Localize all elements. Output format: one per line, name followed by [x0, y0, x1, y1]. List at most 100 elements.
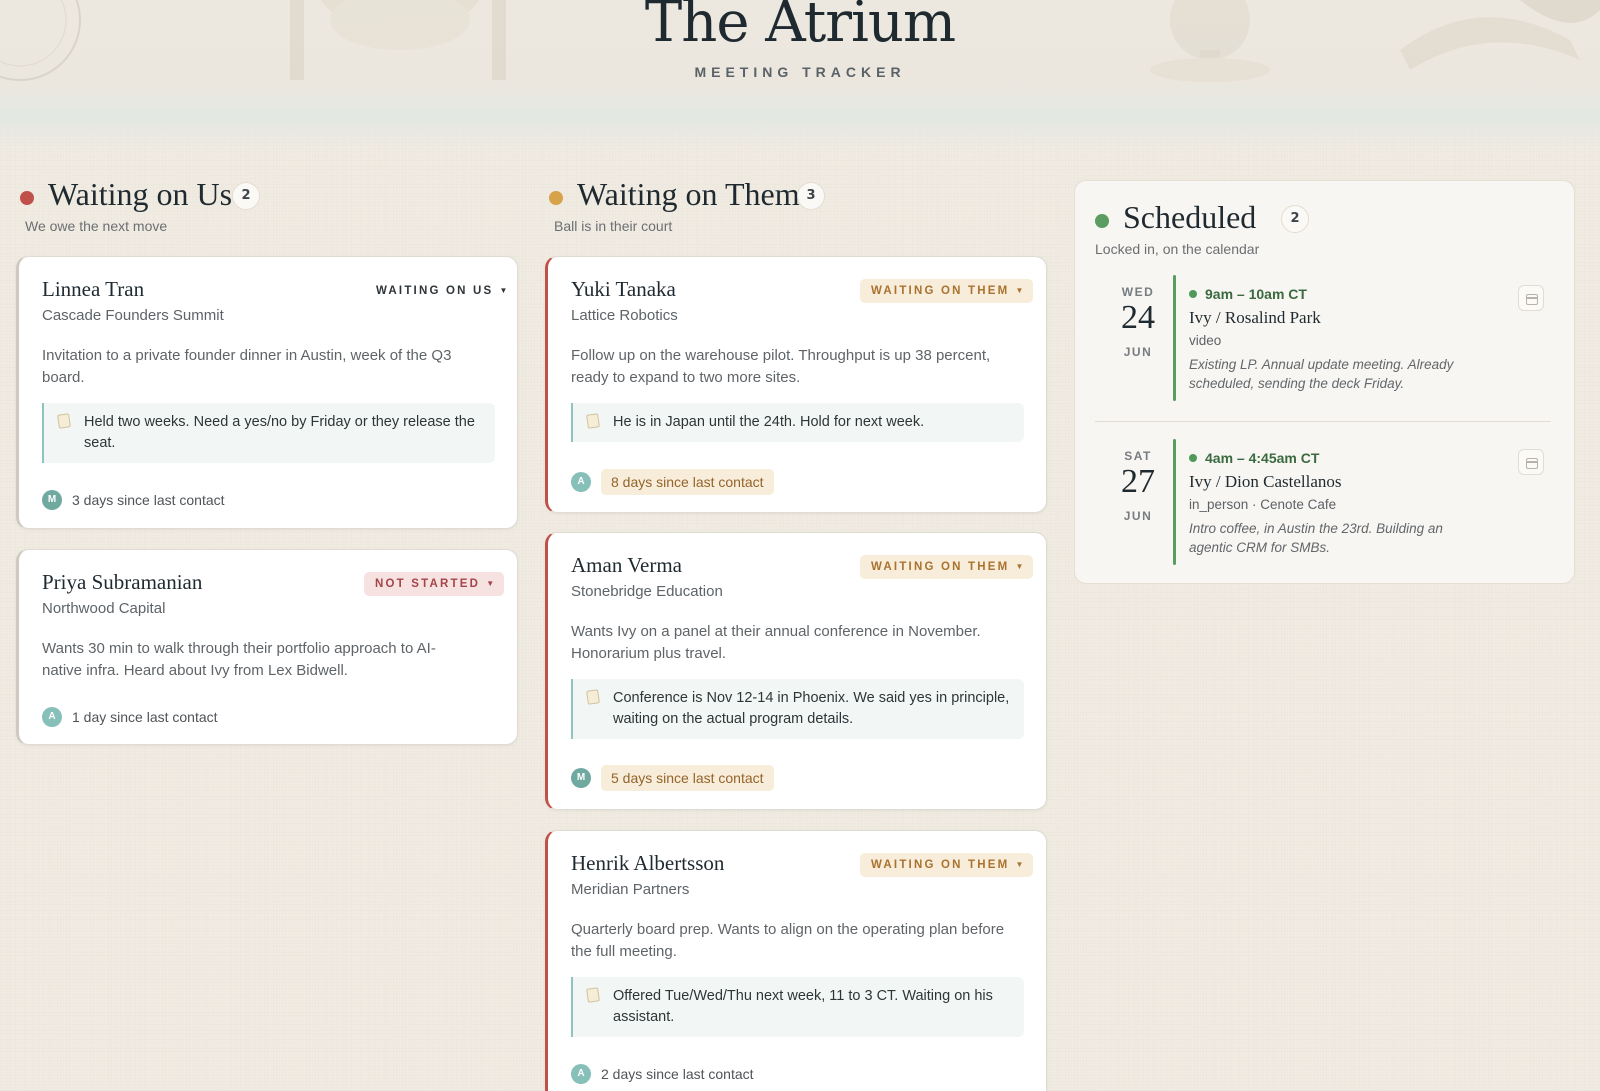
- memo-icon: [586, 987, 600, 1003]
- meeting-summary: Wants Ivy on a panel at their annual con…: [571, 623, 981, 662]
- event-attendees: Ivy / Dion Castellanos: [1189, 472, 1342, 491]
- status-label: WAITING ON US: [376, 285, 494, 297]
- divider: [1095, 421, 1551, 422]
- note-text: Offered Tue/Wed/Thu next week, 11 to 3 C…: [613, 988, 993, 1025]
- note-box: Held two weeks. Need a yes/no by Friday …: [42, 403, 495, 463]
- status-label: WAITING ON THEM: [871, 285, 1010, 297]
- event-time-text: 9am – 10am CT: [1205, 286, 1307, 302]
- memo-icon: [586, 413, 600, 429]
- meeting-summary: Wants 30 min to walk through their portf…: [42, 640, 436, 679]
- note-box: He is in Japan until the 24th. Hold for …: [571, 403, 1024, 442]
- event-weekday: WED: [1121, 285, 1155, 299]
- last-contact-text: 8 days since last contact: [601, 469, 774, 495]
- calendar-icon[interactable]: [1518, 449, 1544, 475]
- contact-name: Aman Verma: [571, 553, 682, 577]
- event-weekday: SAT: [1124, 449, 1152, 463]
- green-dot-icon: [1189, 454, 1197, 462]
- event-time-text: 4am – 4:45am CT: [1205, 450, 1320, 466]
- scheduled-event[interactable]: WED 24 JUN 9am – 10am CT Ivy / Rosalind …: [1075, 275, 1576, 405]
- note-box: Offered Tue/Wed/Thu next week, 11 to 3 C…: [571, 977, 1024, 1037]
- last-contact-text: 3 days since last contact: [72, 492, 225, 508]
- status-dot-amber: [549, 191, 563, 205]
- status-label: WAITING ON THEM: [871, 859, 1010, 871]
- status-dropdown[interactable]: WAITING ON THEM ▼: [860, 555, 1034, 579]
- note-text: Conference is Nov 12-14 in Phoenix. We s…: [613, 690, 1010, 727]
- note-text: Held two weeks. Need a yes/no by Friday …: [84, 414, 475, 451]
- meeting-card-yuki-tanaka[interactable]: Yuki Tanaka WAITING ON THEM ▼ Lattice Rob…: [545, 256, 1047, 513]
- meeting-summary: Quarterly board prep. Wants to align on …: [571, 921, 1005, 960]
- avatar: A: [42, 707, 62, 727]
- event-month: JUN: [1123, 345, 1153, 359]
- organization: Meridian Partners: [571, 881, 690, 898]
- column-count-badge: 3: [797, 182, 825, 210]
- event-attendees: Ivy / Rosalind Park: [1189, 308, 1321, 327]
- caret-down-icon: ▼: [499, 286, 508, 295]
- meeting-card-linnea-tran[interactable]: Linnea Tran WAITING ON US ▼ Cascade Found…: [16, 256, 518, 529]
- status-dot-red: [20, 191, 34, 205]
- event-location: in_person · Cenote Cafe: [1189, 497, 1337, 512]
- scheduled-event[interactable]: SAT 27 JUN 4am – 4:45am CT Ivy / Dion Ca…: [1075, 439, 1576, 569]
- caret-down-icon: ▼: [1015, 860, 1024, 869]
- green-dot-icon: [1189, 290, 1197, 298]
- memo-icon: [586, 689, 600, 705]
- organization: Stonebridge Education: [571, 583, 723, 600]
- last-contact-text: 1 day since last contact: [72, 709, 218, 725]
- column-header-scheduled: Scheduled 2 Locked in, on the calendar: [1095, 199, 1555, 265]
- contact-name: Priya Subramanian: [42, 570, 203, 594]
- contact-name: Henrik Albertsson: [571, 851, 725, 875]
- column-description: We owe the next move: [25, 218, 168, 234]
- event-time: 4am – 4:45am CT: [1189, 450, 1319, 466]
- avatar: A: [571, 1064, 591, 1084]
- caret-down-icon: ▼: [486, 579, 495, 588]
- event-notes: Existing LP. Annual update meeting. Alre…: [1189, 357, 1454, 391]
- app-subtitle: MEETING TRACKER: [694, 64, 906, 80]
- status-dropdown[interactable]: WAITING ON US ▼: [365, 279, 517, 303]
- contact-name: Linnea Tran: [42, 277, 145, 301]
- event-accent-bar: [1173, 275, 1176, 401]
- column-title: Scheduled: [1123, 199, 1257, 235]
- note-text: He is in Japan until the 24th. Hold for …: [613, 414, 925, 430]
- avatar: A: [571, 472, 591, 492]
- hero-banner: The Atrium MEETING TRACKER: [0, 0, 1600, 150]
- event-notes: Intro coffee, in Austin the 23rd. Buildi…: [1189, 521, 1443, 555]
- event-month: JUN: [1123, 509, 1153, 523]
- organization: Lattice Robotics: [571, 307, 678, 324]
- avatar: M: [42, 490, 62, 510]
- meeting-card-priya-subramanian[interactable]: Priya Subramanian NOT STARTED ▼ Northwood…: [16, 549, 518, 745]
- organization: Cascade Founders Summit: [42, 307, 224, 324]
- status-dropdown[interactable]: NOT STARTED ▼: [364, 572, 505, 596]
- caret-down-icon: ▼: [1015, 562, 1024, 571]
- app-title: The Atrium: [644, 0, 956, 55]
- contact-name: Yuki Tanaka: [571, 277, 676, 301]
- event-accent-bar: [1173, 439, 1176, 565]
- meeting-card-henrik-albertsson[interactable]: Henrik Albertsson WAITING ON THEM ▼ Merid…: [545, 830, 1047, 1091]
- meeting-card-aman-verma[interactable]: Aman Verma WAITING ON THEM ▼ Stonebridge …: [545, 532, 1047, 810]
- note-box: Conference is Nov 12-14 in Phoenix. We s…: [571, 679, 1024, 739]
- column-count-badge: 2: [1281, 205, 1309, 233]
- column-title: Waiting on Them: [577, 176, 800, 212]
- avatar: M: [571, 768, 591, 788]
- column-header-waiting-on-us: Waiting on Us 2 We owe the next move: [20, 176, 520, 242]
- calendar-icon[interactable]: [1518, 285, 1544, 311]
- column-description: Locked in, on the calendar: [1095, 241, 1260, 257]
- status-label: WAITING ON THEM: [871, 561, 1010, 573]
- event-day: 27: [1121, 463, 1155, 500]
- column-title: Waiting on Us: [48, 176, 233, 212]
- event-day: 24: [1121, 299, 1155, 336]
- last-contact-text: 2 days since last contact: [601, 1066, 754, 1082]
- event-location: video: [1189, 333, 1222, 348]
- caret-down-icon: ▼: [1015, 286, 1024, 295]
- meeting-summary: Follow up on the warehouse pilot. Throug…: [571, 347, 991, 386]
- column-header-waiting-on-them: Waiting on Them 3 Ball is in their court: [549, 176, 1049, 242]
- column-description: Ball is in their court: [554, 218, 673, 234]
- status-dot-green: [1095, 214, 1109, 228]
- memo-icon: [57, 413, 71, 429]
- meeting-summary: Invitation to a private founder dinner i…: [42, 347, 452, 386]
- organization: Northwood Capital: [42, 600, 166, 617]
- status-dropdown[interactable]: WAITING ON THEM ▼: [860, 853, 1034, 877]
- column-count-badge: 2: [232, 182, 260, 210]
- last-contact-text: 5 days since last contact: [601, 765, 774, 791]
- status-dropdown[interactable]: WAITING ON THEM ▼: [860, 279, 1034, 303]
- status-label: NOT STARTED: [375, 578, 481, 590]
- event-time: 9am – 10am CT: [1189, 286, 1307, 302]
